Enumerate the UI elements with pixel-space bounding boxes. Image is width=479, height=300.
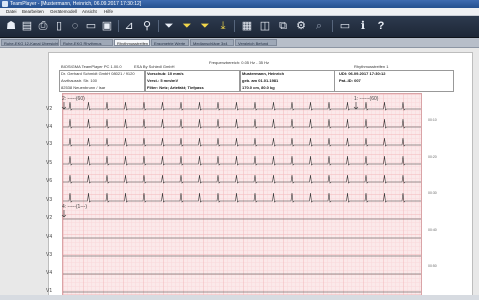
ecg-trace xyxy=(63,101,421,111)
event-marker-1[interactable]: 2: -----(60) xyxy=(62,96,85,102)
status-bar xyxy=(0,295,479,300)
ecg-trace xyxy=(63,118,421,129)
event-marker-arrow xyxy=(61,210,67,218)
ecg-trace xyxy=(63,137,421,147)
ecg-trace xyxy=(63,192,421,203)
ecg-trace xyxy=(63,155,421,166)
event-marker-arrow xyxy=(353,102,359,110)
ecg-trace xyxy=(63,174,421,184)
ecg-traces xyxy=(61,101,421,293)
event-marker-2[interactable]: 1: ------(60) xyxy=(354,96,378,102)
event-marker-arrow xyxy=(61,102,67,110)
event-marker-3[interactable]: 4: -----(1---) xyxy=(62,204,87,210)
